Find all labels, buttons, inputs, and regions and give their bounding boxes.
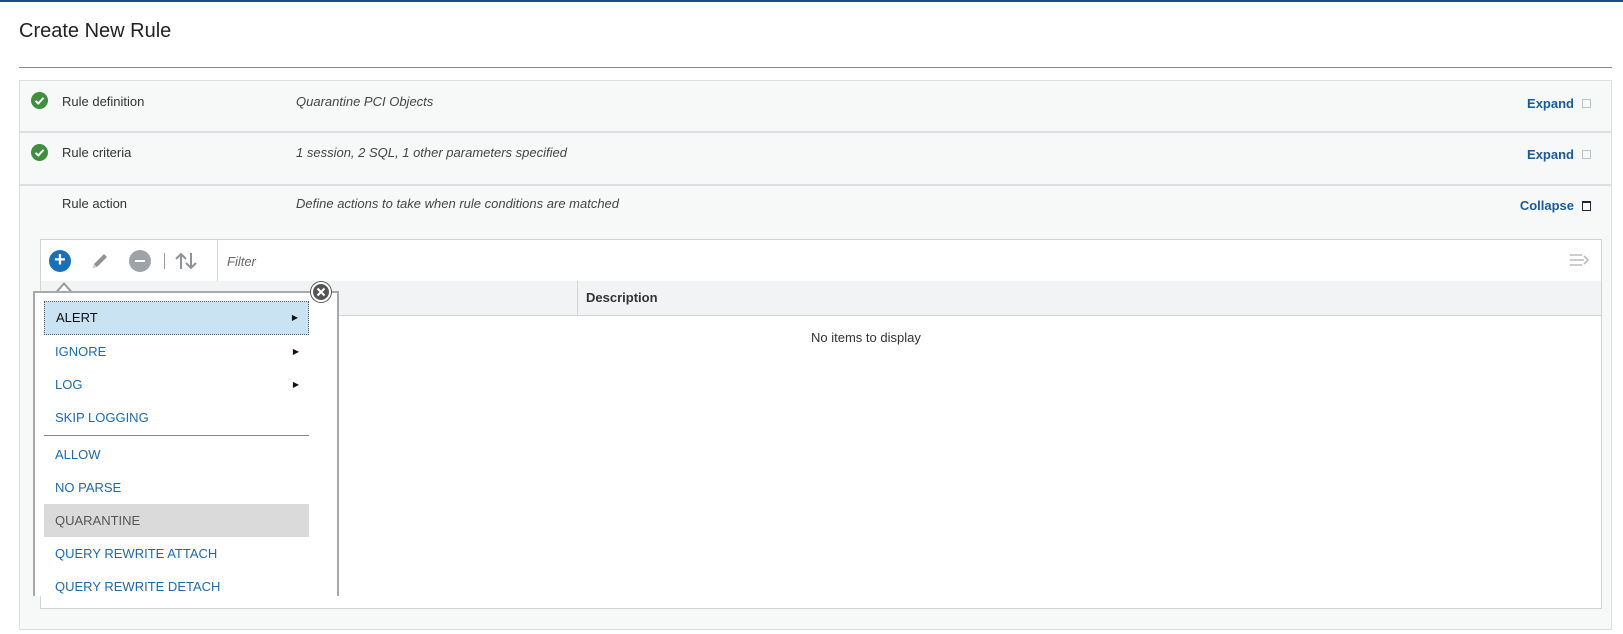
menu-item-label: ALERT xyxy=(56,310,98,325)
filter-input[interactable] xyxy=(225,248,529,274)
expand-label: Expand xyxy=(1527,147,1574,162)
close-icon[interactable] xyxy=(311,282,331,302)
action-menu: ALERT ▶ IGNORE ▶ LOG ▶ SKIP LOGGING ALLO… xyxy=(44,301,309,603)
sort-arrows-icon[interactable] xyxy=(173,250,199,272)
menu-item-label: NO PARSE xyxy=(55,480,122,495)
collapse-label: Collapse xyxy=(1519,198,1574,213)
minus-circle-icon[interactable] xyxy=(129,250,151,272)
plus-circle-icon[interactable]: + xyxy=(49,250,71,272)
pencil-icon[interactable] xyxy=(89,250,111,272)
menu-item-skip-logging[interactable]: SKIP LOGGING xyxy=(44,401,309,434)
section-summary: Quarantine PCI Objects xyxy=(296,94,434,109)
expand-button[interactable]: Expand xyxy=(1527,96,1591,111)
menu-item-allow[interactable]: ALLOW xyxy=(44,438,309,471)
expand-icon xyxy=(1582,150,1591,159)
menu-item-log[interactable]: LOG ▶ xyxy=(44,368,309,401)
menu-item-query-rewrite-detach[interactable]: QUERY REWRITE DETACH xyxy=(44,570,309,603)
section-label: Rule criteria xyxy=(62,145,132,160)
menu-separator xyxy=(44,435,309,436)
column-header-description[interactable]: Description xyxy=(577,281,658,315)
action-menu-popup: ALERT ▶ IGNORE ▶ LOG ▶ SKIP LOGGING ALLO… xyxy=(33,291,339,596)
menu-item-label: SKIP LOGGING xyxy=(55,410,149,425)
menu-item-quarantine: QUARANTINE xyxy=(44,504,309,537)
toolbar-separator xyxy=(164,253,165,269)
menu-item-label: QUERY REWRITE DETACH xyxy=(55,579,221,594)
submenu-arrow-icon: ▶ xyxy=(291,313,298,322)
menu-item-query-rewrite-attach[interactable]: QUERY REWRITE ATTACH xyxy=(44,537,309,570)
toolbar-divider xyxy=(217,240,218,281)
section-summary: 1 session, 2 SQL, 1 other parameters spe… xyxy=(296,145,567,160)
menu-item-ignore[interactable]: IGNORE ▶ xyxy=(44,335,309,368)
section-rule-definition: Rule definition Quarantine PCI Objects E… xyxy=(19,80,1612,132)
check-circle-icon xyxy=(31,92,48,109)
title-divider xyxy=(19,67,1612,68)
collapse-icon xyxy=(1582,200,1591,211)
submenu-arrow-icon: ▶ xyxy=(292,380,299,389)
menu-item-alert[interactable]: ALERT ▶ xyxy=(44,301,309,335)
section-summary: Define actions to take when rule conditi… xyxy=(296,196,620,211)
menu-item-label: LOG xyxy=(55,377,83,392)
section-label: Rule definition xyxy=(62,94,145,109)
collapse-button[interactable]: Collapse xyxy=(1520,198,1591,213)
submenu-arrow-icon: ▶ xyxy=(292,347,299,356)
menu-item-label: ALLOW xyxy=(55,447,101,462)
section-label: Rule action xyxy=(62,196,128,211)
page-title: Create New Rule xyxy=(19,20,172,42)
menu-item-label: QUERY REWRITE ATTACH xyxy=(55,546,218,561)
check-circle-icon xyxy=(31,144,48,161)
expand-icon xyxy=(1582,99,1591,108)
menu-item-label: QUARANTINE xyxy=(55,513,141,528)
grid-toolbar: + xyxy=(41,240,1601,282)
menu-item-label: IGNORE xyxy=(55,344,107,359)
expand-button[interactable]: Expand xyxy=(1527,147,1591,162)
column-settings-icon[interactable] xyxy=(1569,251,1590,269)
expand-label: Expand xyxy=(1527,96,1574,111)
top-accent-line xyxy=(0,0,1623,2)
section-rule-criteria: Rule criteria 1 session, 2 SQL, 1 other … xyxy=(19,132,1612,185)
menu-item-no-parse[interactable]: NO PARSE xyxy=(44,471,309,504)
